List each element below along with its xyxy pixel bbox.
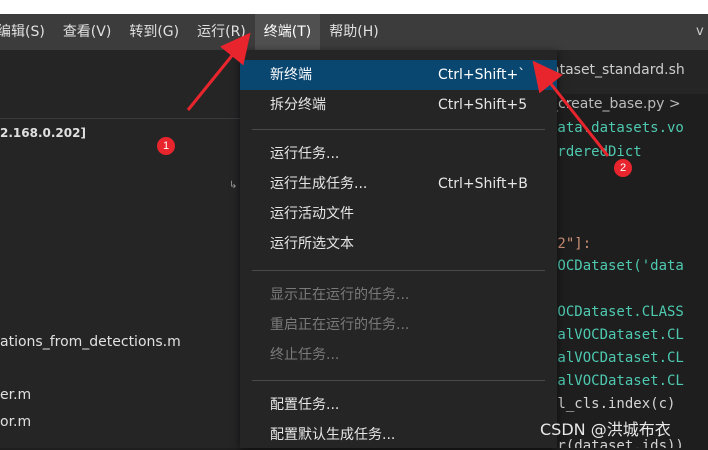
watermark: CSDN @洪城布衣 (540, 416, 671, 440)
annotation-arrows (0, 0, 708, 448)
annotation-arrow-1 (188, 42, 243, 110)
annotation-badge-1: 1 (157, 137, 175, 155)
annotation-arrow-2 (540, 70, 608, 156)
annotation-badge-2: 2 (614, 159, 632, 177)
